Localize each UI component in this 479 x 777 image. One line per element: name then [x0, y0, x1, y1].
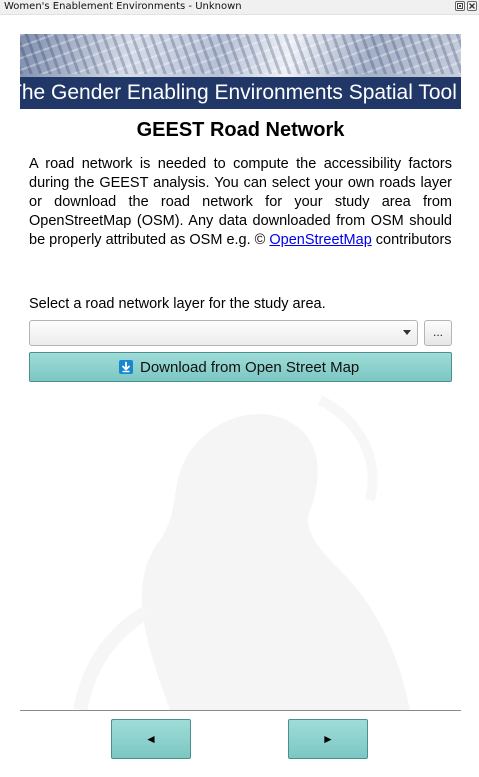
download-arrow-icon: [119, 360, 133, 374]
next-arrow-icon: ►: [322, 732, 334, 746]
browse-button[interactable]: ...: [424, 320, 452, 346]
chevron-down-icon[interactable]: [403, 330, 411, 335]
description-after-link: contributors: [371, 232, 452, 248]
road-layer-combo[interactable]: [29, 320, 418, 346]
next-button[interactable]: ►: [288, 719, 368, 759]
download-osm-label: Download from Open Street Map: [140, 359, 360, 376]
download-osm-button[interactable]: Download from Open Street Map: [29, 352, 452, 382]
openstreetmap-link[interactable]: OpenStreetMap: [269, 232, 371, 248]
banner-photo: [20, 34, 461, 74]
header-banner: The Gender Enabling Environments Spatial…: [20, 34, 461, 109]
previous-button[interactable]: ◄: [111, 719, 191, 759]
window-title: Women's Enablement Environments - Unknow…: [4, 1, 242, 12]
previous-arrow-icon: ◄: [145, 732, 157, 746]
background-silhouette: [73, 395, 410, 710]
banner-title: The Gender Enabling Environments Spatial…: [20, 81, 457, 104]
description-text: A road network is needed to compute the …: [29, 155, 452, 250]
close-icon[interactable]: [467, 1, 477, 11]
layer-select-label: Select a road network layer for the stud…: [29, 296, 326, 312]
float-window-icon[interactable]: [455, 1, 465, 11]
page-title: GEEST Road Network: [136, 119, 345, 141]
window-titlebar: Women's Enablement Environments - Unknow…: [0, 0, 479, 15]
footer-separator: [20, 710, 461, 711]
